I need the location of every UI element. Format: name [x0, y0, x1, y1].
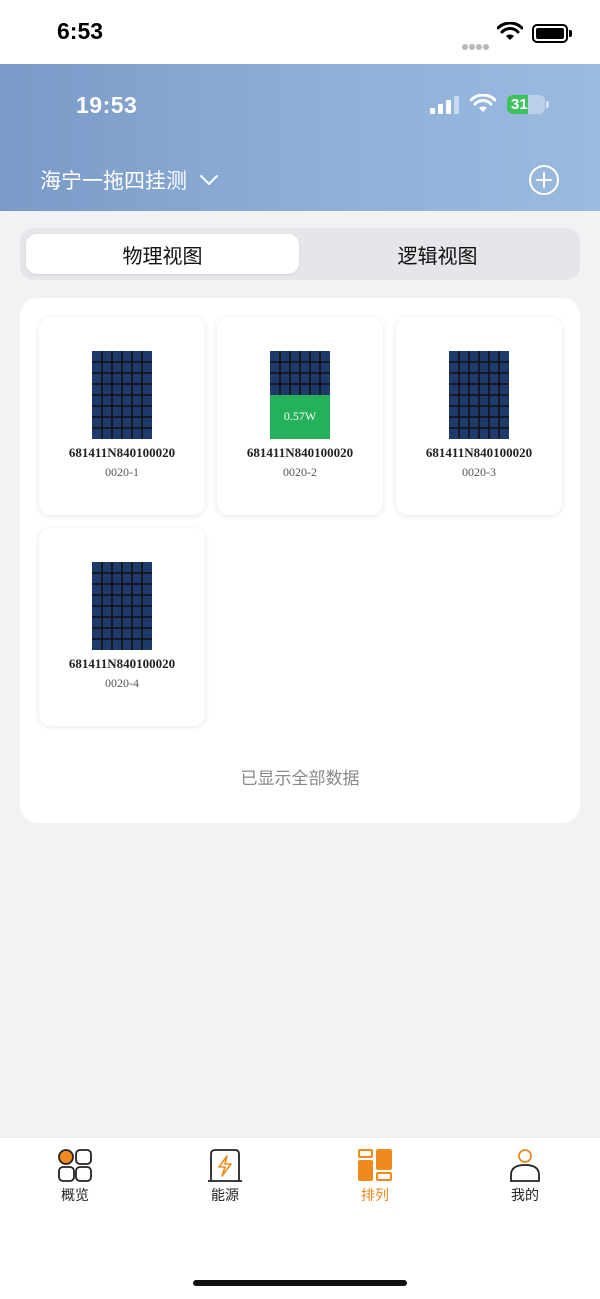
chevron-down-icon	[200, 175, 218, 185]
solar-panel-icon	[92, 351, 152, 439]
module-position: 0020-3	[462, 465, 496, 479]
home-indicator[interactable]	[193, 1280, 407, 1286]
module-serial: 681411N840100020	[68, 656, 176, 671]
module-card[interactable]: 681411N840100020 0020-3	[396, 317, 562, 515]
battery-tip	[569, 30, 572, 37]
add-circle-icon[interactable]	[528, 164, 560, 196]
end-of-list-note: 已显示全部数据	[240, 769, 360, 789]
solar-panel-icon	[449, 351, 509, 439]
module-serial: 681411N840100020	[68, 445, 176, 460]
overview-grid-icon	[58, 1149, 92, 1182]
module-position: 0020-1	[105, 465, 139, 479]
module-power: 0.57W	[283, 409, 317, 423]
tab-logical-view[interactable]: 逻辑视图	[301, 234, 574, 274]
module-position: 0020-4	[105, 676, 139, 690]
app-header: 19:53 31 海宁一拖四挂测	[0, 64, 600, 211]
solar-panel-icon	[92, 562, 152, 650]
tab-label: 概览	[61, 1188, 89, 1204]
tab-label: 我的	[511, 1188, 539, 1204]
user-icon	[510, 1149, 540, 1182]
module-card[interactable]: 681411N840100020 0020-1	[39, 317, 205, 515]
battery-icon	[532, 24, 568, 43]
module-position: 0020-2	[283, 465, 317, 479]
tab-label: 排列	[361, 1188, 389, 1204]
module-serial: 681411N840100020	[246, 445, 354, 460]
signal-icon	[430, 96, 460, 114]
tab-physical-view[interactable]: 物理视图	[26, 234, 299, 274]
tab-overview[interactable]: 概览	[35, 1148, 115, 1208]
system-time: 6:53	[57, 18, 104, 44]
solar-panel-icon	[270, 351, 330, 439]
module-panel: 681411N840100020 0020-1 0.57W 681411N840…	[20, 298, 580, 823]
module-card[interactable]: 681411N840100020 0020-4	[39, 528, 205, 726]
wifi-icon	[470, 94, 496, 112]
energy-bolt-icon	[208, 1149, 242, 1182]
battery-level: 31	[511, 96, 528, 113]
module-serial: 681411N840100020	[425, 445, 533, 460]
wifi-icon	[497, 22, 523, 40]
view-switcher: 物理视图 逻辑视图	[20, 228, 580, 280]
site-selector[interactable]: 海宁一拖四挂测	[40, 165, 219, 195]
app-status-time: 19:53	[76, 92, 138, 118]
cellular-dots-icon	[462, 35, 492, 50]
system-status-bar: 6:53	[0, 0, 600, 64]
tab-energy[interactable]: 能源	[185, 1148, 265, 1208]
module-card[interactable]: 0.57W 681411N840100020 0020-2	[217, 317, 383, 515]
site-name: 海宁一拖四挂测	[40, 169, 187, 193]
layout-blocks-icon	[358, 1149, 392, 1181]
tab-label: 能源	[211, 1188, 239, 1204]
battery-tip	[546, 101, 549, 108]
tab-layout[interactable]: 排列	[335, 1148, 415, 1208]
tab-profile[interactable]: 我的	[485, 1148, 565, 1208]
bottom-tab-bar: 概览 能源 排列 我的	[0, 1137, 600, 1299]
battery-icon: 31	[507, 95, 545, 114]
